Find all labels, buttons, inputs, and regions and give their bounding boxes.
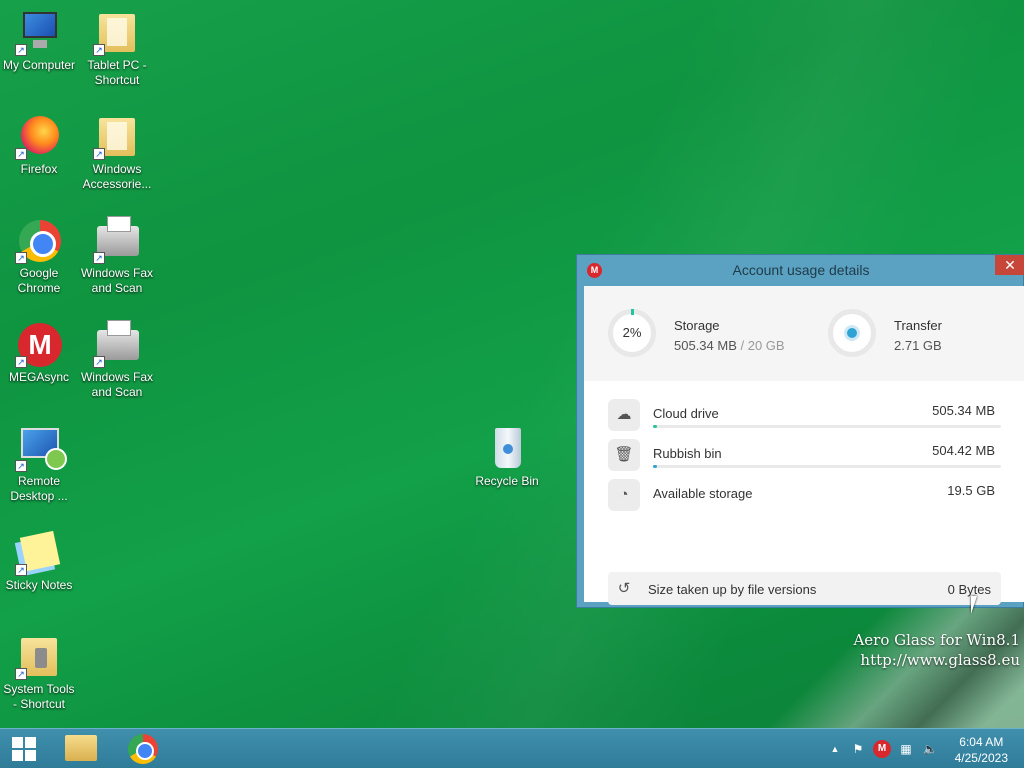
desktop-icon-label: Tablet PC - Shortcut (87, 58, 147, 87)
desktop-icon-label: Windows Fax and Scan (80, 266, 154, 295)
pie-chart-icon: ◔ (608, 479, 640, 511)
storage-progress-ring: 2% (608, 309, 656, 357)
fax-icon: ↗ (93, 216, 141, 264)
desktop-icon-firefox[interactable]: ↗ Firefox (0, 112, 78, 177)
action-center-flag-icon[interactable]: ⚑ (849, 740, 867, 758)
available-storage-row: ◔ Available storage 19.5 GB (608, 477, 1001, 511)
desktop-icon-label: MEGAsync (8, 370, 69, 384)
rubbish-bin-row: 🗑 Rubbish bin 504.42 MB (608, 437, 1001, 471)
transfer-title: Transfer (894, 318, 942, 333)
row-value: 505.34 MB (932, 403, 995, 418)
desktop-icon-sticky-notes[interactable]: ↗ Sticky Notes (0, 528, 78, 593)
row-label: Size taken up by file versions (648, 582, 817, 597)
cloud-drive-usage-fill (653, 425, 658, 428)
transfer-indicator-icon (847, 328, 857, 338)
desktop-icon-tablet-pc[interactable]: ↗ Tablet PC - Shortcut (78, 8, 156, 88)
file-explorer-icon (65, 735, 97, 761)
desktop-icon-label: Firefox (20, 162, 58, 176)
desktop-icon-label: Google Chrome (17, 266, 61, 295)
cloud-drive-row: ☁ Cloud drive 505.34 MB (608, 397, 1001, 431)
row-value: 0 Bytes (947, 582, 991, 597)
transfer-value: 2.71 GB (894, 338, 942, 353)
chrome-icon (128, 734, 158, 764)
recycle-bin-icon (483, 424, 531, 472)
computer-icon: ↗ (15, 8, 63, 56)
row-label: Cloud drive (653, 406, 719, 421)
sticky-notes-icon: ↗ (15, 528, 63, 576)
taskbar-clock[interactable]: 6:04 AM 4/25/2023 (955, 734, 1008, 766)
firefox-icon: ↗ (15, 112, 63, 160)
megasync-tray-icon[interactable]: M (873, 740, 891, 758)
trash-icon: 🗑 (608, 439, 640, 471)
taskbar: ▲ ⚑ M ▦ 🔈 6:04 AM 4/25/2023 (0, 728, 1024, 768)
show-hidden-icons-button[interactable]: ▲ (826, 740, 844, 758)
transfer-progress-ring (828, 309, 876, 357)
file-versions-row: ↺ Size taken up by file versions 0 Bytes (608, 572, 1001, 605)
storage-used: 505.34 MB (674, 338, 737, 353)
desktop-icon-remote-desktop[interactable]: ↗ Remote Desktop ... (0, 424, 78, 504)
desktop-icon-megasync[interactable]: M ↗ MEGAsync (0, 320, 78, 385)
dialog-titlebar[interactable]: M Account usage details ✕ (577, 255, 1024, 285)
desktop-icon-system-tools[interactable]: ↗ System Tools - Shortcut (0, 632, 78, 712)
storage-total: / 20 GB (740, 338, 785, 353)
usage-summary: 2% Storage 505.34 MB / 20 GB Transfer 2.… (584, 286, 1024, 381)
mouse-cursor-icon (971, 596, 983, 614)
chrome-icon: ↗ (15, 216, 63, 264)
desktop-icon-windows-fax-and-scan-2[interactable]: ↗ Windows Fax and Scan (78, 320, 156, 400)
dialog-title: Account usage details (732, 262, 870, 278)
desktop-icon-label: System Tools - Shortcut (3, 682, 75, 711)
desktop-icon-recycle-bin[interactable]: Recycle Bin (468, 424, 546, 489)
desktop-icon-google-chrome[interactable]: ↗ Google Chrome (0, 216, 78, 296)
remote-desktop-icon: ↗ (15, 424, 67, 472)
row-label: Available storage (653, 486, 753, 501)
clock-date: 4/25/2023 (954, 751, 1008, 765)
rubbish-bin-usage-bar (653, 465, 1001, 468)
desktop-icon-label: My Computer (2, 58, 76, 72)
desktop-icon-my-computer[interactable]: ↗ My Computer (0, 8, 78, 73)
desktop-icon-label: Recycle Bin (475, 474, 539, 488)
desktop-icon-windows-accessories[interactable]: ↗ Windows Accessorie... (78, 112, 156, 192)
row-value: 19.5 GB (947, 483, 995, 498)
folder-icon: ↗ (93, 112, 141, 160)
clock-time: 6:04 AM (959, 735, 1004, 749)
desktop-icon-label: Windows Fax and Scan (80, 370, 154, 399)
watermark-line-1: Aero Glass for Win8.1 (853, 631, 1020, 649)
row-value: 504.42 MB (932, 443, 995, 458)
row-label: Rubbish bin (653, 446, 722, 461)
dialog-content: 2% Storage 505.34 MB / 20 GB Transfer 2.… (584, 286, 1024, 605)
account-usage-dialog: M Account usage details ✕ 2% Storage 505… (576, 254, 1024, 608)
close-button[interactable]: ✕ (995, 255, 1024, 275)
volume-muted-icon[interactable]: 🔈 (921, 740, 939, 758)
history-icon: ↺ (617, 580, 631, 597)
rubbish-bin-usage-fill (653, 465, 658, 468)
fax-icon: ↗ (93, 320, 141, 368)
usage-breakdown: ☁ Cloud drive 505.34 MB 🗑 Rubbish bin 50… (584, 381, 1024, 605)
desktop-icon-windows-fax-and-scan[interactable]: ↗ Windows Fax and Scan (78, 216, 156, 296)
storage-title: Storage (674, 318, 720, 333)
taskbar-file-explorer[interactable] (55, 731, 107, 767)
cloud-icon: ☁ (608, 399, 640, 431)
storage-percent: 2% (622, 325, 642, 340)
system-tools-icon: ↗ (15, 632, 63, 680)
watermark-line-2: http://www.glass8.eu (860, 651, 1020, 669)
aero-glass-watermark: Aero Glass for Win8.1 http://www.glass8.… (853, 630, 1020, 670)
desktop-icon-label: Sticky Notes (5, 578, 73, 592)
desktop-icon-label: Remote Desktop ... (10, 474, 68, 503)
network-icon[interactable]: ▦ (897, 740, 915, 758)
cloud-drive-usage-bar (653, 425, 1001, 428)
desktop-icon-label: Windows Accessorie... (82, 162, 152, 191)
start-button[interactable] (0, 729, 50, 768)
taskbar-chrome[interactable] (118, 731, 170, 767)
mega-icon: M ↗ (15, 320, 63, 368)
folder-icon: ↗ (93, 8, 141, 56)
storage-value: 505.34 MB / 20 GB (674, 338, 785, 353)
